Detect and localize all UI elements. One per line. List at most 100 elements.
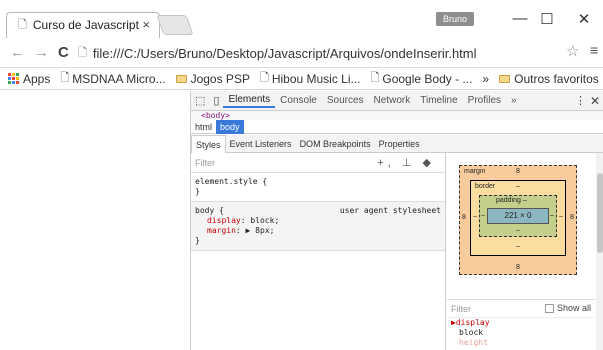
close-button[interactable]: ✕ <box>574 10 594 30</box>
bookmark-label: Outros favoritos <box>514 71 599 86</box>
devtools-scrollbar[interactable] <box>596 153 603 350</box>
bookmark-item[interactable]: 🗋 Google Body - ... <box>371 69 473 88</box>
margin-top-value: 8 <box>516 168 520 175</box>
rule-source: user agent stylesheet <box>339 206 441 215</box>
computed-filter-input[interactable]: Filter <box>451 304 471 314</box>
breadcrumb-body[interactable]: body <box>216 119 244 134</box>
rule-close: } <box>195 236 200 245</box>
styles-pane: Filter +, ⊥ ◆ element.style { } body { u… <box>191 153 446 350</box>
title-bar: 🗋 Curso de Javascript × Bruno — ☐ ✕ <box>0 0 603 38</box>
padding-bottom-value: – <box>516 227 520 234</box>
minimize-button[interactable]: — <box>510 10 530 30</box>
folder-icon <box>499 74 511 83</box>
tab-properties[interactable]: Properties <box>375 135 424 153</box>
bookmark-label: Google Body - ... <box>382 71 473 86</box>
checkbox-icon[interactable] <box>544 303 554 313</box>
bookmark-item[interactable]: 🗋 MSDNAA Micro... <box>60 69 165 88</box>
bookmark-apps[interactable]: Apps <box>0 72 50 86</box>
browser-toolbar: ← → C 🗋 file:///C:/Users/Bruno/Desktop/J… <box>0 38 603 68</box>
dom-tree-line[interactable]: <body> <box>191 111 603 120</box>
tab-event-listeners[interactable]: Event Listeners <box>226 135 296 153</box>
element-style-rule[interactable]: element.style { } <box>191 173 445 202</box>
border-left-value: – <box>473 213 477 220</box>
tab-timeline[interactable]: Timeline <box>415 95 462 106</box>
border-bottom-value: – <box>516 243 520 250</box>
forward-icon[interactable]: → <box>34 44 49 61</box>
tab-network[interactable]: Network <box>369 95 416 106</box>
property-value: block; <box>250 216 280 225</box>
body-style-rule[interactable]: body { user agent stylesheet display: bl… <box>191 202 445 251</box>
new-tab-button[interactable] <box>156 15 194 35</box>
bookmark-label: Apps <box>23 71 51 86</box>
box-model-border[interactable]: border – – – – padding – – – – 221 × 0 <box>470 180 566 256</box>
margin-label: margin <box>464 168 486 175</box>
margin-bottom-value: 8 <box>516 264 520 271</box>
page-icon: 🗋 <box>78 46 87 59</box>
show-all-toggle[interactable]: Show all <box>544 303 591 313</box>
css-property-margin[interactable]: margin: ▶ 8px; <box>195 226 441 236</box>
computed-filter-row: Filter Show all <box>447 300 595 318</box>
padding-left-value: – <box>481 212 485 219</box>
device-mode-icon[interactable]: ▯ <box>213 94 219 107</box>
border-label: border <box>475 183 496 190</box>
computed-pane: Filter Show all ▶display block height <box>447 299 595 350</box>
computed-property[interactable]: height <box>447 338 595 348</box>
margin-left-value: 8 <box>462 214 466 221</box>
devtools-panel: ⬚ ▯ Elements Console Sources Network Tim… <box>190 91 603 350</box>
devtools-tab-bar: ⬚ ▯ Elements Console Sources Network Tim… <box>191 91 603 111</box>
bookmark-folder-other[interactable]: Outros favoritos <box>499 72 599 86</box>
box-model-margin[interactable]: margin 8 8 8 8 border – – – – padding – … <box>459 165 577 275</box>
bookmark-label: Hibou Music Li... <box>271 71 361 86</box>
tab-title: Curso de Javascript <box>32 18 139 32</box>
tab-styles[interactable]: Styles <box>191 134 226 153</box>
apps-icon <box>8 73 19 84</box>
breadcrumb-html[interactable]: html <box>191 120 216 134</box>
back-icon[interactable]: ← <box>10 44 25 61</box>
bookmarks-overflow-button[interactable]: » <box>482 72 489 86</box>
url-text: file:///C:/Users/Bruno/Desktop/Javascrip… <box>92 45 477 61</box>
chevron-double-icon: » <box>482 71 490 86</box>
bookmark-folder[interactable]: Jogos PSP <box>175 71 250 86</box>
folder-icon <box>175 74 187 83</box>
address-bar[interactable]: 🗋 file:///C:/Users/Bruno/Desktop/Javascr… <box>78 42 588 64</box>
bookmark-label: MSDNAA Micro... <box>72 71 166 86</box>
page-icon: 🗋 <box>18 18 27 31</box>
padding-right-value: – <box>550 212 554 219</box>
border-right-value: – <box>559 213 563 220</box>
scrollbar-thumb[interactable] <box>597 173 603 253</box>
page-icon: 🗋 <box>60 72 70 84</box>
style-tools-icons[interactable]: +, ⊥ ◆ <box>377 156 435 169</box>
tab-profiles[interactable]: Profiles <box>463 95 506 106</box>
box-model-content[interactable]: 221 × 0 <box>487 208 549 224</box>
property-name: display <box>207 216 241 225</box>
breadcrumb: html body <box>191 119 603 134</box>
computed-property[interactable]: ▶display <box>447 318 595 328</box>
styles-filter-input[interactable]: Filter <box>195 158 215 168</box>
css-property-display[interactable]: display: block; <box>195 216 441 226</box>
tab-close-icon[interactable]: × <box>142 17 150 32</box>
chrome-menu-icon[interactable]: ≡ <box>590 42 598 58</box>
reload-icon[interactable]: C <box>58 44 69 61</box>
devtools-close-icon[interactable]: ✕ <box>590 94 600 108</box>
rule-selector: element.style { <box>195 177 268 186</box>
border-top-value: – <box>516 183 520 190</box>
tab-elements[interactable]: Elements <box>223 94 276 108</box>
tab-dom-breakpoints[interactable]: DOM Breakpoints <box>296 135 375 153</box>
styles-filter-row: Filter +, ⊥ ◆ <box>191 153 445 173</box>
padding-label: padding – <box>496 197 527 204</box>
kebab-menu-icon[interactable]: ⋮ <box>575 94 586 107</box>
bookmark-item[interactable]: 🗋 Hibou Music Li... <box>260 69 361 88</box>
maximize-button[interactable]: ☐ <box>537 10 557 30</box>
tab-sources[interactable]: Sources <box>322 95 369 106</box>
bookmark-star-icon[interactable]: ☆ <box>566 42 579 60</box>
browser-tab[interactable]: 🗋 Curso de Javascript × <box>6 12 160 38</box>
more-tabs-icon[interactable]: » <box>506 95 522 106</box>
rule-close: } <box>195 187 200 196</box>
property-name: margin <box>207 226 236 235</box>
bookmark-label: Jogos PSP <box>190 71 250 86</box>
page-icon: 🗋 <box>259 72 269 84</box>
box-model-padding[interactable]: padding – – – – 221 × 0 <box>479 195 557 237</box>
inspect-icon[interactable]: ⬚ <box>195 94 205 107</box>
user-badge[interactable]: Bruno <box>436 12 474 26</box>
tab-console[interactable]: Console <box>275 95 322 106</box>
